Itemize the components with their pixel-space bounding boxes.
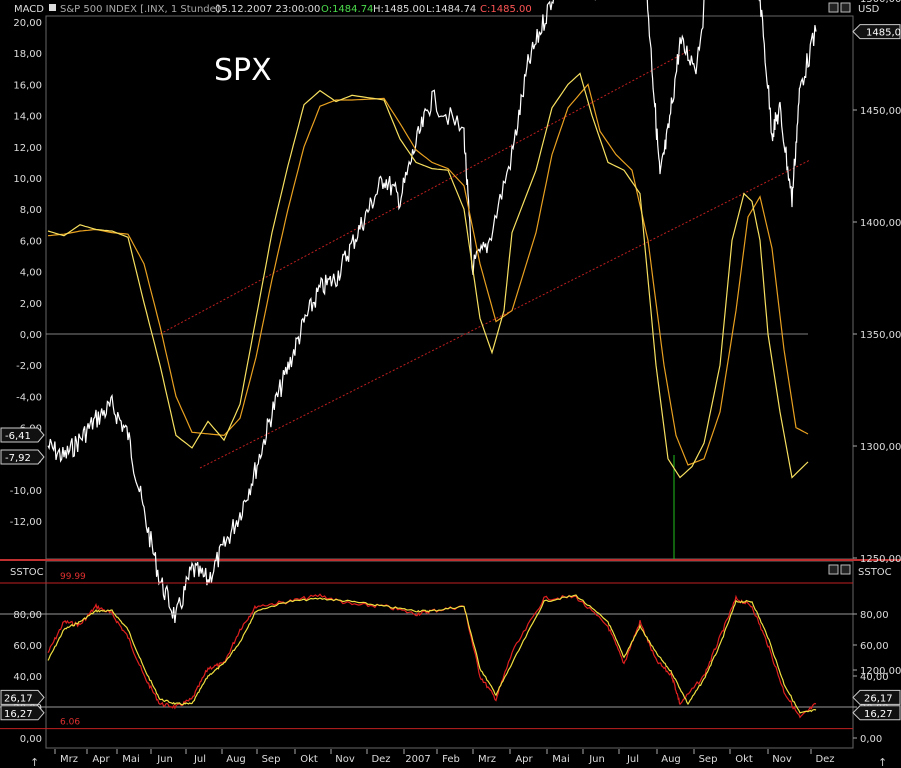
- x-axis-label: Jul: [626, 754, 639, 765]
- macd-axis-tick: -10,00: [10, 486, 42, 497]
- price-axis-tick: 1400,00: [860, 218, 901, 229]
- sstoc-left-tick: 0,00: [20, 734, 42, 745]
- x-axis-label: Okt: [300, 754, 318, 765]
- x-axis-label: Mrz: [478, 754, 496, 765]
- macd-axis-tick: 16,00: [13, 80, 42, 91]
- restore-button[interactable]: [828, 2, 839, 13]
- sstoc-level-label: 6.06: [60, 718, 80, 728]
- sstoc-left-tick: 60,00: [13, 641, 42, 652]
- scroll-right-arrow[interactable]: ↑: [878, 756, 887, 768]
- macd-value-marker-text: -6,41: [5, 431, 31, 442]
- x-axis-label: Sep: [262, 754, 281, 765]
- sstoc-close-button[interactable]: [840, 564, 851, 575]
- x-axis-label: Apr: [92, 754, 110, 765]
- x-axis-label: Okt: [735, 754, 753, 765]
- symbol-label: S&P 500 INDEX [.INX, 1 Stunde]: [60, 4, 220, 15]
- macd-axis-tick: 18,00: [13, 49, 42, 60]
- x-axis-label: Aug: [661, 754, 681, 765]
- macd-axis-tick: 0,00: [20, 330, 42, 341]
- spx-annotation: SPX: [214, 53, 272, 88]
- sstoc-level-label: 99.99: [60, 572, 86, 582]
- x-axis-label: Feb: [442, 754, 460, 765]
- sstoc-right-tick: 80,00: [860, 610, 889, 621]
- macd-axis-tick: 2,00: [20, 299, 42, 310]
- x-axis-label: Jul: [193, 754, 206, 765]
- open-value: O:1484.74: [321, 4, 373, 15]
- x-axis-label: Jun: [588, 754, 605, 765]
- price-axis-tick: 1450,00: [860, 106, 901, 117]
- sstoc-right-marker-text: 16,27: [864, 709, 893, 720]
- x-axis-label: Nov: [772, 754, 792, 765]
- x-axis-label: Mrz: [60, 754, 78, 765]
- macd-axis-tick: 12,00: [13, 143, 42, 154]
- sstoc-right-tick: 60,00: [860, 641, 889, 652]
- macd-axis-tick: 4,00: [20, 268, 42, 279]
- price-value-marker-text: 1485,00: [866, 28, 901, 39]
- macd-axis-tick: -12,00: [10, 517, 42, 528]
- sstoc-restore-button[interactable]: [828, 564, 839, 575]
- x-axis-label: Mai: [552, 754, 570, 765]
- sstoc-right-marker-text: 26,17: [864, 693, 893, 704]
- price-axis-tick: 1250,00: [860, 554, 901, 565]
- x-axis-label: Jun: [156, 754, 173, 765]
- symbol-color-swatch: [49, 4, 56, 11]
- x-axis-label: Dez: [371, 754, 390, 765]
- macd-axis-tick: 10,00: [13, 174, 42, 185]
- close-value: C:1485.00: [480, 4, 532, 15]
- right-axis-unit: USD: [858, 4, 880, 15]
- datetime-label: 05.12.2007 23:00:00: [215, 4, 320, 15]
- macd-axis-tick: 20,00: [13, 18, 42, 29]
- x-axis-label: Nov: [335, 754, 355, 765]
- sstoc-label-left: SSTOC: [10, 567, 44, 578]
- price-axis-tick: 1500,00: [860, 0, 901, 5]
- x-axis-label: Apr: [515, 754, 533, 765]
- macd-pane: [45, 15, 854, 560]
- x-axis-label: Aug: [226, 754, 246, 765]
- sstoc-left-tick: 80,00: [13, 610, 42, 621]
- high-value: H:1485.00: [373, 4, 425, 15]
- sstoc-left-marker-text: 16,27: [4, 709, 33, 720]
- macd-axis-tick: -4,00: [16, 392, 42, 403]
- sstoc-right-tick: 40,00: [860, 672, 889, 683]
- x-axis-label: Dez: [815, 754, 834, 765]
- price-axis-tick: 1350,00: [860, 330, 901, 341]
- sstoc-left-marker-text: 26,17: [4, 693, 33, 704]
- sstoc-right-tick: 0,00: [860, 734, 882, 745]
- macd-axis-tick: 14,00: [13, 112, 42, 123]
- price-axis-tick: 1300,00: [860, 442, 901, 453]
- x-axis-label: 2007: [405, 754, 430, 765]
- scroll-left-arrow[interactable]: ↑: [30, 756, 39, 768]
- x-axis-label: Sep: [699, 754, 718, 765]
- x-axis-label: Mai: [122, 754, 140, 765]
- close-button[interactable]: [840, 2, 851, 13]
- sstoc-label-right: SSTOC: [858, 567, 892, 578]
- trading-chart: MACD S&P 500 INDEX [.INX, 1 Stunde]05.12.…: [0, 0, 901, 768]
- sstoc-left-tick: 40,00: [13, 672, 42, 683]
- macd-axis-tick: 6,00: [20, 236, 42, 247]
- macd-value-marker-text: -7,92: [5, 453, 31, 464]
- macd-axis-tick: -2,00: [16, 361, 42, 372]
- macd-axis-tick: 8,00: [20, 205, 42, 216]
- low-value: L:1484.74: [426, 4, 476, 15]
- pane-label: MACD: [14, 4, 44, 15]
